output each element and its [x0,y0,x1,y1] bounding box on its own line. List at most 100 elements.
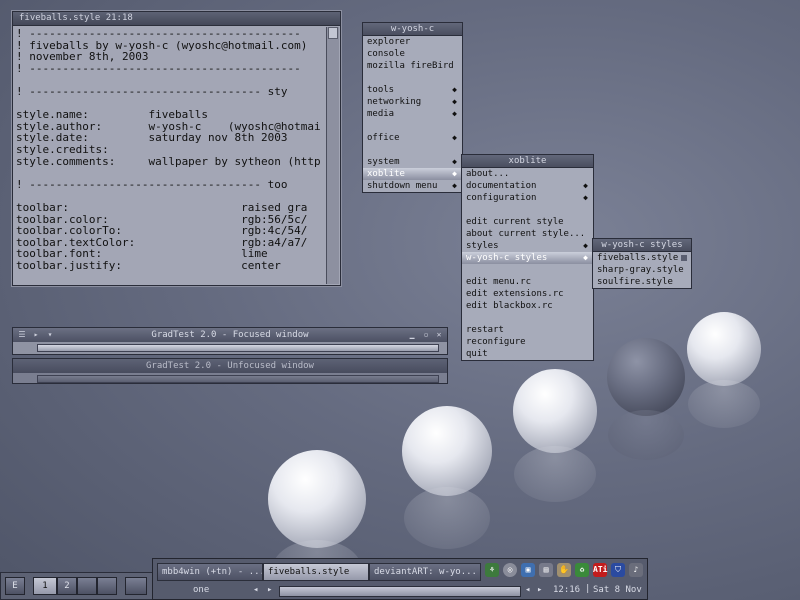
menu-item[interactable]: styles ◆ [462,240,593,252]
workspace-name[interactable]: one [193,585,209,595]
menu-item[interactable]: configuration ◆ [462,192,593,204]
task-item-mbb4win[interactable]: mbb4win (+tn) - ... [157,563,263,581]
menu-item[interactable]: sharp-gray.style [593,264,691,276]
menu-item[interactable]: edit blackbox.rc [462,300,593,312]
menu-item[interactable]: soulfire.style [593,276,691,288]
menu-item-label: sharp-gray.style [597,265,684,275]
menu-item[interactable]: system ◆ [363,156,462,168]
menu-item[interactable]: tools ◆ [363,84,462,96]
close-icon[interactable]: ✕ [434,329,444,340]
window-label-bar[interactable] [279,586,521,597]
menu-item-label: networking [367,97,422,107]
menu-item[interactable]: edit menu.rc [462,276,593,288]
task-item-fiveballs[interactable]: fiveballs.style [263,563,369,581]
menu-item[interactable]: mozilla fireBird [363,60,462,72]
window-next-icon[interactable]: ▸ [537,585,542,595]
menu-item[interactable]: fiveballs.style [593,252,691,264]
menu-item[interactable]: reconfigure [462,336,593,348]
gradtest-unfocused-titlebar[interactable]: GradTest 2.0 - Unfocused window [13,359,447,373]
submenu-arrow-icon: ◆ [452,157,457,166]
menu-item[interactable]: edit extensions.rc [462,288,593,300]
menu-item[interactable]: office ◆ [363,132,462,144]
printer-icon[interactable]: ▤ [539,563,553,577]
gradtest-unfocused-handle[interactable] [37,375,439,383]
workspace-1-button[interactable]: 1 [33,577,57,595]
menu-item[interactable]: w-yosh-c styles ◆ [462,252,593,264]
submenu-arrow-icon: ◆ [583,253,588,262]
chevron-down-icon[interactable]: ▾ [45,329,55,340]
menu-item-label: explorer [367,37,411,47]
minimize-icon[interactable]: ▁ [407,329,417,340]
workspace-3-button[interactable] [77,577,97,595]
workspace-prev-icon[interactable]: ◂ [253,585,258,595]
terminal-line: style.credits: [16,142,109,156]
menu-separator [363,120,462,132]
menu-item-label: console [367,49,405,59]
terminal-line: style.comments: wallpaper by sytheon (ht… [16,154,321,168]
menu-item[interactable]: quit [462,348,593,360]
menu-item-label: fiveballs.style [597,253,679,263]
terminal-line: toolbar.colorTo: rgb:4c/54/ [16,224,308,238]
terminal-line: ! ----------------------------------- to… [16,177,288,191]
hand-icon[interactable]: ✋ [557,563,571,577]
terminal-text-area[interactable]: ! --------------------------------------… [16,28,326,282]
menu-item[interactable]: explorer [363,36,462,48]
network-icon[interactable]: ⚘ [485,563,499,577]
menu-item[interactable]: networking ◆ [363,96,462,108]
clock-divider: | [585,584,591,594]
terminal-window[interactable]: fiveballs.style 21:18 ! ----------------… [12,11,341,286]
ball-2 [402,406,492,496]
task-item-deviantart[interactable]: deviantART: w-yo... [369,563,481,581]
window-menu-icon[interactable]: ☰ [17,329,27,340]
menu-item-label: soulfire.style [597,277,673,287]
root-menu-items: explorer console mozilla fireBird tools ◆ net… [363,36,462,192]
menu-separator [462,312,593,324]
show-desktop-button[interactable] [125,577,147,595]
root-menu[interactable]: w-yosh-c explorer console mozilla fireBird… [362,22,463,193]
menu-item-label: media [367,109,395,119]
workspace-4-button[interactable] [97,577,117,595]
submenu-arrow-icon: ◆ [583,241,588,250]
menu-item[interactable]: documentation ◆ [462,180,593,192]
ati-icon[interactable]: ATi [593,563,607,577]
recycle-icon[interactable]: ♻ [575,563,589,577]
gradtest-focused-handle[interactable] [37,344,439,352]
display-icon[interactable]: ▣ [521,563,535,577]
globe-icon[interactable]: ◎ [503,563,517,577]
gradtest-focused-titlebar[interactable]: ☰ ▸ ▾ GradTest 2.0 - Focused window ▁ ▫ … [13,328,447,342]
window-prev-icon[interactable]: ◂ [525,585,530,595]
menu-item-label: styles [466,241,499,251]
menu-item-label: system [367,157,400,167]
menu-item-label: tools [367,85,395,95]
menu-item[interactable]: restart [462,324,593,336]
clock[interactable]: 12:16 [553,585,580,595]
terminal-line: toolbar.justify: center [16,258,281,272]
workspace-next-icon[interactable]: ▸ [267,585,272,595]
ball-3 [513,369,597,453]
menu-item[interactable]: about... [462,168,593,180]
menu-item[interactable]: console [363,48,462,60]
menu-item[interactable]: xoblite ◆ [363,168,462,180]
speaker-icon[interactable]: ♪ [629,563,643,577]
date[interactable]: Sat 8 Nov [593,585,642,595]
xoblite-menu[interactable]: xoblite about... documentation ◆ configurat… [461,154,594,361]
menu-item[interactable]: edit current style [462,216,593,228]
menu-item-label: w-yosh-c styles [466,253,548,263]
styles-menu[interactable]: w-yosh-c styles fiveballs.style sharp-gra… [592,238,692,289]
menu-item[interactable]: shutdown menu ◆ [363,180,462,192]
shade-icon[interactable]: ▸ [31,329,41,340]
maximize-icon[interactable]: ▫ [421,329,431,340]
menu-item[interactable]: about current style... [462,228,593,240]
gradtest-unfocused-window[interactable]: GradTest 2.0 - Unfocused window [12,358,448,384]
terminal-titlebar[interactable]: fiveballs.style 21:18 [13,12,340,26]
shield-icon[interactable]: ⛉ [611,563,625,577]
workspace-2-button[interactable]: 2 [57,577,77,595]
menu-item[interactable]: media ◆ [363,108,462,120]
ball-5-reflection [688,380,760,428]
start-button[interactable]: E [5,577,25,595]
terminal-scroll-thumb[interactable] [328,27,338,39]
gradtest-focused-window[interactable]: ☰ ▸ ▾ GradTest 2.0 - Focused window ▁ ▫ … [12,327,448,355]
terminal-scrollbar[interactable] [326,27,339,284]
